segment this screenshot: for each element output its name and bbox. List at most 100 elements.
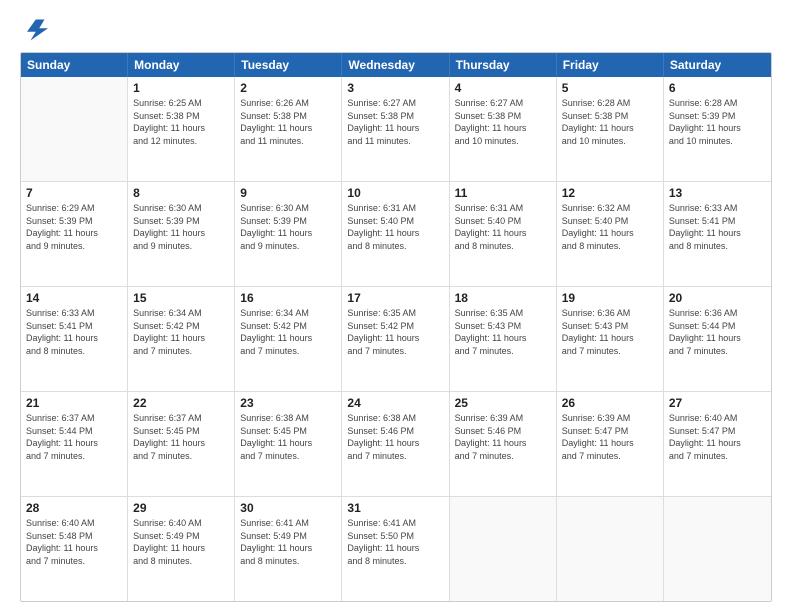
calendar-cell [450, 497, 557, 601]
weekday-header: Tuesday [235, 53, 342, 77]
calendar-cell: 29Sunrise: 6:40 AM Sunset: 5:49 PM Dayli… [128, 497, 235, 601]
header [20, 16, 772, 44]
calendar-cell: 19Sunrise: 6:36 AM Sunset: 5:43 PM Dayli… [557, 287, 664, 391]
day-number: 29 [133, 500, 229, 516]
day-number: 15 [133, 290, 229, 306]
day-number: 21 [26, 395, 122, 411]
calendar-cell [21, 77, 128, 181]
day-number: 6 [669, 80, 766, 96]
weekday-header: Monday [128, 53, 235, 77]
cell-info: Sunrise: 6:41 AM Sunset: 5:49 PM Dayligh… [240, 517, 336, 567]
day-number: 3 [347, 80, 443, 96]
day-number: 14 [26, 290, 122, 306]
logo-icon [20, 16, 48, 44]
cell-info: Sunrise: 6:37 AM Sunset: 5:44 PM Dayligh… [26, 412, 122, 462]
day-number: 19 [562, 290, 658, 306]
calendar-cell: 21Sunrise: 6:37 AM Sunset: 5:44 PM Dayli… [21, 392, 128, 496]
day-number: 4 [455, 80, 551, 96]
calendar: SundayMondayTuesdayWednesdayThursdayFrid… [20, 52, 772, 602]
calendar-header: SundayMondayTuesdayWednesdayThursdayFrid… [21, 53, 771, 77]
cell-info: Sunrise: 6:32 AM Sunset: 5:40 PM Dayligh… [562, 202, 658, 252]
day-number: 5 [562, 80, 658, 96]
day-number: 31 [347, 500, 443, 516]
calendar-cell: 12Sunrise: 6:32 AM Sunset: 5:40 PM Dayli… [557, 182, 664, 286]
calendar-cell: 23Sunrise: 6:38 AM Sunset: 5:45 PM Dayli… [235, 392, 342, 496]
calendar-cell: 20Sunrise: 6:36 AM Sunset: 5:44 PM Dayli… [664, 287, 771, 391]
cell-info: Sunrise: 6:30 AM Sunset: 5:39 PM Dayligh… [240, 202, 336, 252]
calendar-cell: 8Sunrise: 6:30 AM Sunset: 5:39 PM Daylig… [128, 182, 235, 286]
cell-info: Sunrise: 6:38 AM Sunset: 5:46 PM Dayligh… [347, 412, 443, 462]
cell-info: Sunrise: 6:34 AM Sunset: 5:42 PM Dayligh… [133, 307, 229, 357]
calendar-cell: 10Sunrise: 6:31 AM Sunset: 5:40 PM Dayli… [342, 182, 449, 286]
calendar-cell: 1Sunrise: 6:25 AM Sunset: 5:38 PM Daylig… [128, 77, 235, 181]
logo [20, 16, 52, 44]
day-number: 8 [133, 185, 229, 201]
cell-info: Sunrise: 6:28 AM Sunset: 5:38 PM Dayligh… [562, 97, 658, 147]
calendar-cell: 14Sunrise: 6:33 AM Sunset: 5:41 PM Dayli… [21, 287, 128, 391]
calendar-cell: 22Sunrise: 6:37 AM Sunset: 5:45 PM Dayli… [128, 392, 235, 496]
cell-info: Sunrise: 6:33 AM Sunset: 5:41 PM Dayligh… [26, 307, 122, 357]
page: SundayMondayTuesdayWednesdayThursdayFrid… [0, 0, 792, 612]
weekday-header: Saturday [664, 53, 771, 77]
weekday-header: Friday [557, 53, 664, 77]
day-number: 24 [347, 395, 443, 411]
cell-info: Sunrise: 6:41 AM Sunset: 5:50 PM Dayligh… [347, 517, 443, 567]
cell-info: Sunrise: 6:36 AM Sunset: 5:43 PM Dayligh… [562, 307, 658, 357]
day-number: 26 [562, 395, 658, 411]
calendar-cell: 26Sunrise: 6:39 AM Sunset: 5:47 PM Dayli… [557, 392, 664, 496]
day-number: 17 [347, 290, 443, 306]
day-number: 10 [347, 185, 443, 201]
calendar-cell: 15Sunrise: 6:34 AM Sunset: 5:42 PM Dayli… [128, 287, 235, 391]
calendar-cell: 11Sunrise: 6:31 AM Sunset: 5:40 PM Dayli… [450, 182, 557, 286]
calendar-row: 7Sunrise: 6:29 AM Sunset: 5:39 PM Daylig… [21, 182, 771, 287]
cell-info: Sunrise: 6:40 AM Sunset: 5:48 PM Dayligh… [26, 517, 122, 567]
calendar-cell: 9Sunrise: 6:30 AM Sunset: 5:39 PM Daylig… [235, 182, 342, 286]
calendar-row: 28Sunrise: 6:40 AM Sunset: 5:48 PM Dayli… [21, 497, 771, 601]
cell-info: Sunrise: 6:34 AM Sunset: 5:42 PM Dayligh… [240, 307, 336, 357]
day-number: 16 [240, 290, 336, 306]
calendar-cell: 18Sunrise: 6:35 AM Sunset: 5:43 PM Dayli… [450, 287, 557, 391]
day-number: 9 [240, 185, 336, 201]
day-number: 22 [133, 395, 229, 411]
calendar-cell: 16Sunrise: 6:34 AM Sunset: 5:42 PM Dayli… [235, 287, 342, 391]
day-number: 7 [26, 185, 122, 201]
calendar-cell: 31Sunrise: 6:41 AM Sunset: 5:50 PM Dayli… [342, 497, 449, 601]
calendar-row: 14Sunrise: 6:33 AM Sunset: 5:41 PM Dayli… [21, 287, 771, 392]
cell-info: Sunrise: 6:26 AM Sunset: 5:38 PM Dayligh… [240, 97, 336, 147]
cell-info: Sunrise: 6:40 AM Sunset: 5:47 PM Dayligh… [669, 412, 766, 462]
cell-info: Sunrise: 6:33 AM Sunset: 5:41 PM Dayligh… [669, 202, 766, 252]
cell-info: Sunrise: 6:36 AM Sunset: 5:44 PM Dayligh… [669, 307, 766, 357]
day-number: 30 [240, 500, 336, 516]
calendar-cell: 24Sunrise: 6:38 AM Sunset: 5:46 PM Dayli… [342, 392, 449, 496]
cell-info: Sunrise: 6:30 AM Sunset: 5:39 PM Dayligh… [133, 202, 229, 252]
calendar-cell [557, 497, 664, 601]
calendar-row: 21Sunrise: 6:37 AM Sunset: 5:44 PM Dayli… [21, 392, 771, 497]
cell-info: Sunrise: 6:39 AM Sunset: 5:47 PM Dayligh… [562, 412, 658, 462]
day-number: 18 [455, 290, 551, 306]
day-number: 23 [240, 395, 336, 411]
cell-info: Sunrise: 6:38 AM Sunset: 5:45 PM Dayligh… [240, 412, 336, 462]
day-number: 1 [133, 80, 229, 96]
cell-info: Sunrise: 6:27 AM Sunset: 5:38 PM Dayligh… [455, 97, 551, 147]
calendar-cell: 25Sunrise: 6:39 AM Sunset: 5:46 PM Dayli… [450, 392, 557, 496]
calendar-cell: 17Sunrise: 6:35 AM Sunset: 5:42 PM Dayli… [342, 287, 449, 391]
calendar-cell: 7Sunrise: 6:29 AM Sunset: 5:39 PM Daylig… [21, 182, 128, 286]
calendar-cell: 30Sunrise: 6:41 AM Sunset: 5:49 PM Dayli… [235, 497, 342, 601]
calendar-cell: 6Sunrise: 6:28 AM Sunset: 5:39 PM Daylig… [664, 77, 771, 181]
calendar-row: 1Sunrise: 6:25 AM Sunset: 5:38 PM Daylig… [21, 77, 771, 182]
calendar-cell: 4Sunrise: 6:27 AM Sunset: 5:38 PM Daylig… [450, 77, 557, 181]
calendar-cell: 5Sunrise: 6:28 AM Sunset: 5:38 PM Daylig… [557, 77, 664, 181]
cell-info: Sunrise: 6:27 AM Sunset: 5:38 PM Dayligh… [347, 97, 443, 147]
day-number: 13 [669, 185, 766, 201]
weekday-header: Wednesday [342, 53, 449, 77]
day-number: 28 [26, 500, 122, 516]
day-number: 25 [455, 395, 551, 411]
calendar-cell: 2Sunrise: 6:26 AM Sunset: 5:38 PM Daylig… [235, 77, 342, 181]
calendar-cell [664, 497, 771, 601]
cell-info: Sunrise: 6:37 AM Sunset: 5:45 PM Dayligh… [133, 412, 229, 462]
calendar-cell: 28Sunrise: 6:40 AM Sunset: 5:48 PM Dayli… [21, 497, 128, 601]
day-number: 2 [240, 80, 336, 96]
cell-info: Sunrise: 6:31 AM Sunset: 5:40 PM Dayligh… [455, 202, 551, 252]
calendar-cell: 27Sunrise: 6:40 AM Sunset: 5:47 PM Dayli… [664, 392, 771, 496]
cell-info: Sunrise: 6:40 AM Sunset: 5:49 PM Dayligh… [133, 517, 229, 567]
